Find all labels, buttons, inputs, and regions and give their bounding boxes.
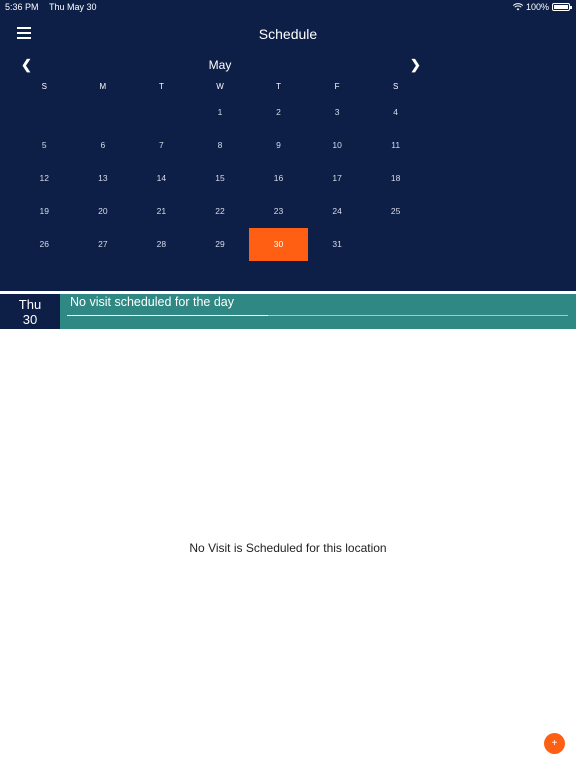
calendar-day[interactable]: 9 xyxy=(249,129,308,162)
calendar-day[interactable]: 23 xyxy=(249,195,308,228)
calendar-header: 5:36 PM Thu May 30 100% Schedule ❮ May ❯… xyxy=(0,0,576,291)
calendar-day[interactable]: 21 xyxy=(132,195,191,228)
calendar-day[interactable]: 15 xyxy=(191,162,250,195)
selected-day-number: 30 xyxy=(22,312,38,327)
calendar-day[interactable]: 11 xyxy=(366,129,425,162)
day-band: Thu 30 No visit scheduled for the day xyxy=(0,294,576,329)
add-visit-button[interactable]: + xyxy=(544,733,565,754)
band-underline-highlight xyxy=(67,315,268,316)
calendar-day[interactable]: 17 xyxy=(308,162,367,195)
calendar-day[interactable]: 29 xyxy=(191,228,250,261)
weekday-label: T xyxy=(158,82,164,91)
calendar-day[interactable]: 13 xyxy=(74,162,133,195)
calendar-day-selected[interactable]: 30 xyxy=(249,228,308,261)
calendar-week: 5 6 7 8 9 10 11 xyxy=(15,129,425,162)
calendar-day[interactable]: 26 xyxy=(15,228,74,261)
calendar-day[interactable]: 1 xyxy=(191,96,250,129)
calendar-week: 19 20 21 22 23 24 25 xyxy=(15,195,425,228)
battery-icon xyxy=(552,3,572,11)
battery-percent: 100% xyxy=(525,2,549,12)
month-label: May xyxy=(208,58,232,72)
status-date: Thu May 30 xyxy=(49,2,97,12)
no-visit-day-message: No visit scheduled for the day xyxy=(70,295,234,309)
calendar-day[interactable]: 19 xyxy=(15,195,74,228)
status-time: 5:36 PM xyxy=(5,2,39,12)
divider xyxy=(0,291,576,293)
calendar-week: 1234 xyxy=(15,96,425,129)
calendar-day[interactable]: 25 xyxy=(366,195,425,228)
selected-day-cell: Thu 30 xyxy=(0,294,60,329)
calendar-day[interactable]: 3 xyxy=(308,96,367,129)
calendar-day[interactable]: 14 xyxy=(132,162,191,195)
weekday-label: S xyxy=(41,82,47,91)
calendar-empty-cell xyxy=(15,96,74,129)
weekday-label: M xyxy=(99,82,107,91)
next-month-icon[interactable]: ❯ xyxy=(410,57,421,73)
page-title: Schedule xyxy=(258,26,318,42)
calendar-day[interactable]: 18 xyxy=(366,162,425,195)
calendar-week: 26 27 28 29 30 31 xyxy=(15,228,425,261)
calendar-weeks: 1 2 3 4 5 6 7 8 9 10 11 12 13 14 15 16 17 18 19 20 21 22 23 24 2… xyxy=(15,96,425,261)
calendar-day[interactable]: 22 xyxy=(191,195,250,228)
calendar-day[interactable]: 24 xyxy=(308,195,367,228)
calendar-day[interactable]: 16 xyxy=(249,162,308,195)
status-bar: 5:36 PM Thu May 30 100% xyxy=(0,0,576,14)
calendar-day[interactable]: 5 xyxy=(15,129,74,162)
calendar-day[interactable]: 8 xyxy=(191,129,250,162)
calendar-grid: S M T W T F S 1 2 3 4 5 6 7 8 9 10 11 12 13 14 15 16 17 1… xyxy=(15,78,425,261)
wifi-icon xyxy=(512,3,523,11)
calendar-day[interactable]: 10 xyxy=(308,129,367,162)
calendar-day[interactable]: 6 xyxy=(74,129,133,162)
calendar-day[interactable]: 20 xyxy=(74,195,133,228)
calendar-day[interactable]: 28 xyxy=(132,228,191,261)
empty-state-message: No Visit is Scheduled for this location xyxy=(189,541,387,555)
calendar-day[interactable]: 31 xyxy=(308,228,367,261)
calendar-day[interactable]: 2 xyxy=(249,96,308,129)
calendar-day[interactable]: 4 xyxy=(366,96,425,129)
status-right: 100% xyxy=(512,2,572,12)
weekday-label: S xyxy=(392,82,399,91)
calendar-empty-cell xyxy=(132,96,191,129)
calendar-day[interactable]: 27 xyxy=(74,228,133,261)
calendar-day[interactable]: 7 xyxy=(132,129,191,162)
weekday-label: W xyxy=(216,82,224,91)
month-navigator: ❮ May ❯ xyxy=(0,57,440,73)
weekday-label: T xyxy=(276,82,281,91)
weekday-label: F xyxy=(334,82,340,91)
selected-weekday: Thu xyxy=(18,297,42,312)
weekday-row: S M T W T F S xyxy=(15,78,425,96)
calendar-empty-cell xyxy=(74,96,133,129)
calendar-empty-cell xyxy=(366,228,425,261)
calendar-day[interactable]: 12 xyxy=(15,162,74,195)
calendar-week: 12 13 14 15 16 17 18 xyxy=(15,162,425,195)
